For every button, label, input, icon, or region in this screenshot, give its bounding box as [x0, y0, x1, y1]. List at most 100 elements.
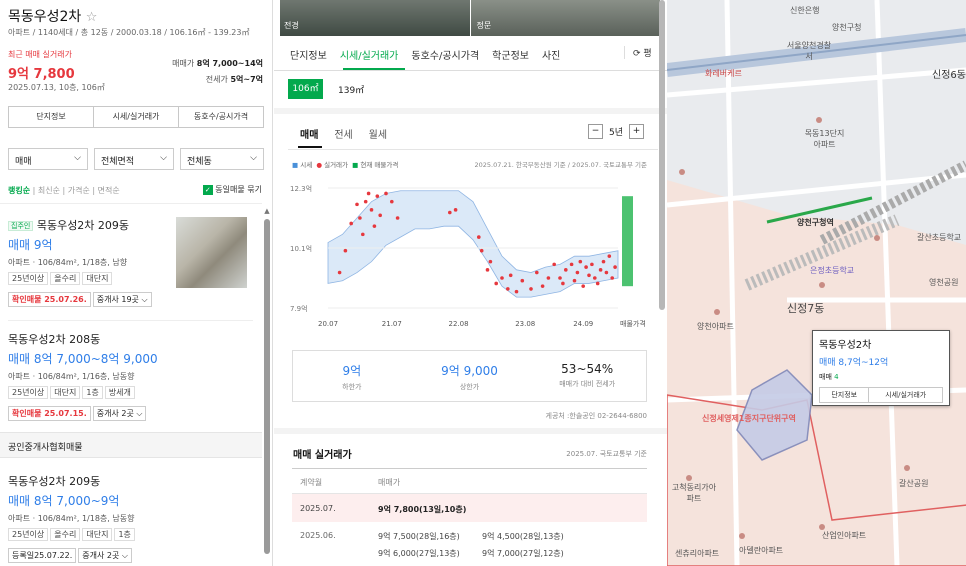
actual-trade-point: [590, 262, 594, 267]
x-tick-label: 21.07: [382, 320, 402, 328]
plus-button[interactable]: +: [629, 124, 645, 139]
unit-price-button[interactable]: 동호수/공시가격: [179, 106, 264, 128]
trade-month: 2025.07.: [300, 504, 336, 513]
popup-buttons: 단지정보 시세/실거래가: [819, 387, 943, 403]
jeonse-label: 전세가: [205, 75, 228, 84]
actual-trade-point: [581, 284, 585, 288]
scrollbar-thumb[interactable]: [264, 219, 270, 554]
group-toggle[interactable]: ✓ 동일매물 묶기: [202, 184, 262, 195]
checkbox-icon[interactable]: ✓: [202, 184, 213, 195]
agent-dropdown[interactable]: 중개사 2곳 ⌵: [92, 406, 147, 421]
price-history-button[interactable]: 시세/실거래가: [94, 106, 179, 128]
actual-trade-point: [488, 259, 493, 264]
actual-trade-point: [506, 287, 510, 291]
complex-info-button[interactable]: 단지정보: [8, 106, 94, 128]
tab-photos[interactable]: 사진: [542, 51, 560, 62]
area-chip-active[interactable]: 106㎡: [288, 79, 323, 99]
detail-panel: 전경 정문 단지정보 시세/실거래가 동호수/공시가격 학군정보 사진 ⟳ 평 106㎡…: [274, 0, 667, 566]
trade-row-highlight: 2025.07. 9억 7,800(13일,10층): [292, 494, 647, 522]
tab-school[interactable]: 학군정보: [492, 51, 529, 62]
actual-trade-point: [358, 216, 362, 220]
scrollbar[interactable]: ▲: [263, 207, 271, 562]
recent-trade-price: 9억 7,800: [8, 67, 75, 82]
tag: 1층: [82, 386, 103, 399]
price-chart: 12.3억 10.1억 7.9억 20.07 21.07 22.08 23.08 24.09 매…: [290, 185, 646, 328]
complex-title: 목동우성2차: [8, 9, 82, 25]
tab-units[interactable]: 동호수/공시가격: [411, 51, 479, 62]
period-control: − 5년 +: [588, 124, 645, 139]
map-view[interactable]: 신한은행 양천구청 서울양천경찰서 화레버케르 신정6동 목동13단지아파트 양…: [667, 0, 966, 566]
popup-complex-button[interactable]: 단지정보: [819, 387, 870, 403]
popup-price-button[interactable]: 시세/실거래가: [869, 387, 943, 403]
map-label: 산업인아파트: [822, 531, 867, 540]
popup-count-value: 4: [834, 373, 839, 381]
register-date: 등록일25.07.22.: [8, 548, 77, 563]
actual-trade-point: [366, 191, 371, 196]
group-toggle-label: 동일매물 묶기: [215, 185, 262, 194]
sort-price[interactable]: 가격순: [68, 186, 90, 195]
map-label: 아델란아파트: [739, 546, 784, 555]
photo-strip[interactable]: 전경 정문: [280, 0, 660, 36]
divider: [8, 320, 253, 321]
map-label: 신한은행: [790, 6, 820, 15]
divider: [288, 149, 658, 150]
section-gap: [274, 428, 667, 434]
photo-overview[interactable]: 전경: [280, 0, 470, 36]
pyeong-toggle[interactable]: ⟳ 평: [624, 46, 652, 59]
sort-ranking[interactable]: 랭킹순: [8, 186, 30, 195]
detail-scrollbar[interactable]: [659, 0, 665, 310]
agent-dropdown[interactable]: 중개사 2곳 ⌵: [78, 548, 132, 563]
trade-type-select[interactable]: 매매 ⌵: [8, 148, 88, 170]
trade-tab-monthly[interactable]: 월세: [369, 130, 387, 141]
chevron-down-icon: ⌵: [160, 153, 167, 163]
sort-area[interactable]: 면적순: [98, 186, 120, 195]
map-popup[interactable]: 목동우성2차 매매 8,7억~12억 매매 4 단지정보 시세/실거래가: [812, 330, 950, 406]
stat-high: 9억 9,000 상한가: [411, 351, 529, 401]
sort-latest[interactable]: 최신순: [38, 186, 60, 195]
divider: [0, 203, 262, 204]
trade-tab-sale[interactable]: 매매: [300, 130, 318, 141]
trades-basis: 2025.07. 국토교통부 기준: [566, 450, 647, 458]
favorite-star-icon[interactable]: ☆: [86, 10, 98, 25]
tab-complex-info[interactable]: 단지정보: [290, 51, 327, 62]
actual-trade-point: [361, 232, 365, 237]
actual-trade-point: [479, 248, 484, 253]
tag: 1층: [114, 528, 135, 541]
listing-card[interactable]: 목동우성2차 208동 매매 8억 7,000~8억 9,000 아파트 · 1…: [8, 331, 260, 421]
jeonse-range: 5억~7억: [230, 75, 263, 84]
trade-tab-jeonse[interactable]: 전세: [334, 130, 352, 141]
area-chip[interactable]: 139㎡: [338, 83, 364, 96]
listing-card[interactable]: 집주인 목동우성2차 209동 매매 9억 아파트 · 106/84m², 1/…: [8, 217, 260, 307]
col-price: 매매가: [378, 478, 401, 487]
tab-price[interactable]: 시세/실거래가: [340, 51, 399, 62]
x-tick-label: 22.08: [449, 320, 469, 328]
actual-trade-point: [558, 276, 562, 280]
scroll-up-icon[interactable]: ▲: [263, 207, 271, 215]
photo-gate[interactable]: 정문: [470, 0, 660, 36]
minus-button[interactable]: −: [588, 124, 603, 139]
listing-photo[interactable]: [176, 217, 247, 288]
assoc-header: 공인중개사협회매물: [0, 432, 262, 458]
map-label: 화레버케르: [705, 69, 742, 78]
actual-trade-point: [514, 289, 519, 294]
popup-title: 목동우성2차: [819, 340, 872, 351]
tag: 방세개: [104, 386, 135, 399]
actual-trade-point: [569, 262, 574, 267]
photo-label: 전경: [284, 21, 299, 30]
agent-label: 중개사 2곳: [96, 409, 134, 418]
photo-label: 정문: [476, 21, 492, 30]
area-select[interactable]: 전체면적 ⌵: [94, 148, 174, 170]
listing-card[interactable]: 목동우성2차 209동 매매 8억 7,000~9억 아파트 · 106/84m…: [8, 473, 260, 563]
trades-title: 매매 실거래가: [293, 450, 352, 461]
agent-dropdown[interactable]: 중개사 19곳 ⌵: [92, 292, 152, 307]
dong-select[interactable]: 전체동 ⌵: [180, 148, 264, 170]
map-label: 서울양천경찰서: [786, 41, 832, 61]
actual-trade-point: [369, 208, 374, 212]
trade-price: 9억 7,000(27일,12층): [482, 549, 564, 558]
provider-text: 게공처 :한솔공인 02-2644-6800: [545, 412, 647, 420]
left-button-group: 단지정보 시세/실거래가 동호수/공시가격: [8, 106, 264, 128]
x-end-label: 매물가격: [620, 319, 646, 328]
map-label: 영천공원: [929, 278, 959, 287]
map-label: 신정6동: [932, 70, 966, 81]
agent-label: 중개사 2곳: [82, 551, 120, 560]
